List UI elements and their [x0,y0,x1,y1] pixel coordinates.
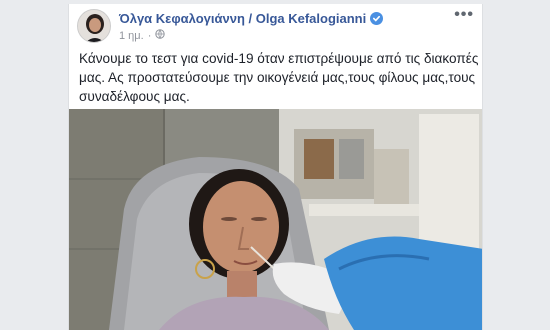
post-header: Όλγα Κεφαλογιάννη / Olga Kefalogianni 1 … [69,4,482,48]
post-photo[interactable] [69,109,482,330]
author-avatar[interactable] [77,9,111,43]
author-name[interactable]: Όλγα Κεφαλογιάννη / Olga Kefalogianni [119,11,366,26]
facebook-post-card: Όλγα Κεφαλογιάννη / Olga Kefalogianni 1 … [68,4,483,330]
post-meta: 1 ημ. · [119,29,166,42]
more-options-icon[interactable]: ••• [454,6,474,24]
meta-separator: · [147,29,152,42]
verified-badge-icon [370,12,384,25]
post-timestamp[interactable]: 1 ημ. [119,30,144,42]
post-text: Κάνουμε το τεστ για covid-19 όταν επιστρ… [79,51,479,104]
author-name-link[interactable]: Όλγα Κεφαλογιάννη / Olga Kefalogianni [119,11,384,26]
globe-icon [155,29,166,42]
